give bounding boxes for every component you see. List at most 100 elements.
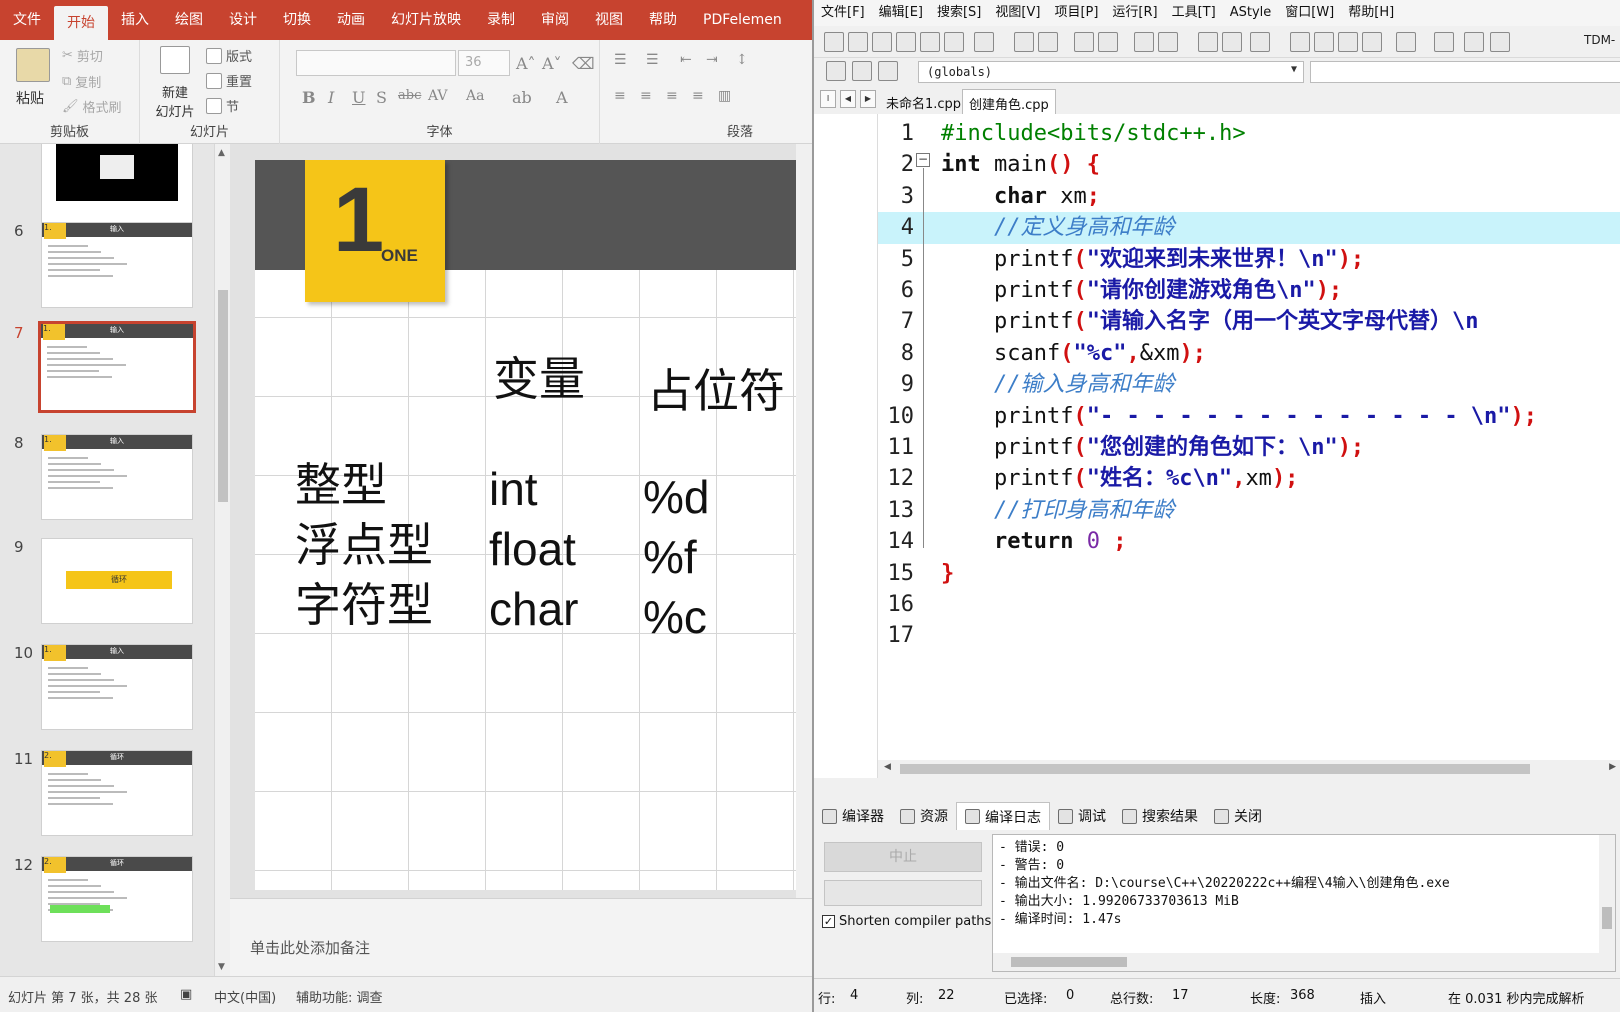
spellcheck-icon[interactable]: ▣ xyxy=(180,987,192,1002)
tab-right-icon[interactable]: ▶ xyxy=(860,90,876,108)
output-tab[interactable]: 搜索结果 xyxy=(1114,802,1206,830)
ribbon-tab[interactable]: 文件 xyxy=(0,0,54,40)
toggle-bookmark-icon[interactable] xyxy=(1198,32,1218,52)
undo-icon[interactable] xyxy=(1014,32,1034,52)
ribbon-tab[interactable]: 幻灯片放映 xyxy=(378,0,474,40)
clear-format-icon[interactable]: ⌫ xyxy=(572,54,595,73)
print-icon[interactable] xyxy=(974,32,994,52)
ribbon-tab[interactable]: 视图 xyxy=(582,0,636,40)
line-spacing-icon[interactable]: ↕ xyxy=(736,52,748,68)
code-line[interactable]: 14 return 0 ; xyxy=(878,526,1620,557)
log-vscrollbar[interactable] xyxy=(1599,835,1615,953)
menu-item[interactable]: 运行[R] xyxy=(1105,0,1164,26)
save-all-icon[interactable] xyxy=(896,32,916,52)
increase-indent-icon[interactable]: ⇥ xyxy=(706,52,718,68)
function-dropdown[interactable] xyxy=(1310,61,1620,83)
type-placeholder[interactable]: %d xyxy=(643,474,709,520)
chart-icon[interactable] xyxy=(1464,32,1484,52)
indent-icon[interactable] xyxy=(1134,32,1154,52)
slide-thumb[interactable]: 1. 输入 xyxy=(41,222,193,308)
align-center-icon[interactable]: ≡ xyxy=(640,88,652,104)
goto-icon[interactable] xyxy=(852,61,872,81)
menu-item[interactable]: 帮助[H] xyxy=(1341,0,1401,26)
code-line[interactable]: 10 printf("- - - - - - - - - - - - - - \… xyxy=(878,401,1620,432)
slide-7[interactable]: 1 ONE 变量 占位符 整型 int %d 浮点型 float %f 字符型 char %c xyxy=(255,160,812,890)
run-icon[interactable] xyxy=(1314,32,1334,52)
menu-item[interactable]: 编辑[E] xyxy=(872,0,930,26)
grow-font-icon[interactable]: A˄ xyxy=(516,54,536,73)
code-editor[interactable]: 1 #include<bits/stdc++.h> 2 int main() {3 c… xyxy=(878,114,1620,778)
ribbon-tab[interactable]: 开始 xyxy=(54,6,108,40)
menu-item[interactable]: 项目[P] xyxy=(1047,0,1105,26)
ribbon-tab[interactable]: 审阅 xyxy=(528,0,582,40)
slide-thumb[interactable]: 1. 输入 xyxy=(38,321,196,413)
menu-item[interactable]: 窗口[W] xyxy=(1278,0,1341,26)
scroll-up-icon[interactable]: ▲ xyxy=(218,148,225,158)
goto-bookmark-icon[interactable] xyxy=(1222,32,1242,52)
numbering-icon[interactable]: ☰ xyxy=(646,52,659,68)
paste-button[interactable]: 粘贴 xyxy=(16,48,50,108)
section-button[interactable]: 节 xyxy=(206,96,239,115)
output-tab[interactable]: 关闭 xyxy=(1206,802,1270,830)
replace-icon[interactable] xyxy=(1098,32,1118,52)
slide-thumb[interactable]: 2. 循环 xyxy=(41,750,193,836)
slide-thumb[interactable]: 2. 循环 xyxy=(41,856,193,942)
type-name[interactable]: 字符型 xyxy=(295,582,433,628)
font-color-icon[interactable]: A xyxy=(556,88,568,107)
code-line[interactable]: 15} xyxy=(878,558,1620,589)
type-name[interactable]: 浮点型 xyxy=(295,522,433,568)
code-line[interactable]: 13 //打印身高和年龄 xyxy=(878,495,1620,526)
ribbon-tab[interactable]: 录制 xyxy=(474,0,528,40)
output-tab[interactable]: 编译日志 xyxy=(956,802,1050,830)
profile-icon[interactable] xyxy=(1490,32,1510,52)
code-line[interactable]: 1 #include<bits/stdc++.h> xyxy=(878,118,1620,149)
menu-item[interactable]: 工具[T] xyxy=(1165,0,1223,26)
compile-log[interactable]: - 错误: 0 - 警告: 0 - 输出文件名: D:\course\C++\202… xyxy=(992,834,1616,972)
compiler-select[interactable]: TDM- xyxy=(1584,33,1615,47)
scroll-left-icon[interactable]: ◀ xyxy=(884,762,891,772)
ribbon-tab[interactable]: 动画 xyxy=(324,0,378,40)
type-placeholder[interactable]: %c xyxy=(643,594,707,640)
font-name-box[interactable] xyxy=(296,50,456,76)
ribbon-tab[interactable]: 插入 xyxy=(108,0,162,40)
new-slide-button[interactable]: 新建 幻灯片 xyxy=(148,46,202,120)
close-all-icon[interactable] xyxy=(944,32,964,52)
change-case-icon[interactable]: Aa xyxy=(466,88,484,104)
find-icon[interactable] xyxy=(1074,32,1094,52)
tab-create-role[interactable]: 创建角色.cpp xyxy=(962,89,1056,114)
format-painter-button[interactable]: 🖌 格式刷 xyxy=(62,97,122,116)
menu-item[interactable]: 视图[V] xyxy=(988,0,1047,26)
ribbon-tab[interactable]: 绘图 xyxy=(162,0,216,40)
slide-thumb-5[interactable] xyxy=(41,144,193,226)
thumbnail-scrollbar[interactable]: ▲ ▼ xyxy=(214,144,230,976)
redo-icon[interactable] xyxy=(1038,32,1058,52)
code-line[interactable]: 4 //定义身高和年龄 xyxy=(878,212,1620,244)
ribbon-tab[interactable]: 切换 xyxy=(270,0,324,40)
check-icon[interactable] xyxy=(1396,32,1416,52)
spacing-icon[interactable]: AV xyxy=(428,88,448,104)
header-variable[interactable]: 变量 xyxy=(493,356,585,402)
compile-run-icon[interactable] xyxy=(1338,32,1358,52)
class-browser-icon[interactable] xyxy=(826,61,846,81)
copy-button[interactable]: ⧉ 复制 xyxy=(62,72,101,91)
output-tab[interactable]: 编译器 xyxy=(814,802,892,830)
cut-button[interactable]: ✂ 剪切 xyxy=(62,46,103,65)
code-line[interactable]: 6 printf("请你创建游戏角色\n"); xyxy=(878,275,1620,306)
highlight-icon[interactable]: ab xyxy=(512,88,532,107)
new-file-icon[interactable] xyxy=(824,32,844,52)
tab-untitled1[interactable]: 未命名1.cpp xyxy=(880,89,967,114)
type-keyword[interactable]: float xyxy=(489,526,576,572)
tab-prev-icon[interactable]: I xyxy=(820,90,836,108)
code-line[interactable]: 5 printf("欢迎来到未来世界！\n"); xyxy=(878,244,1620,275)
code-line[interactable]: 3 char xm; xyxy=(878,181,1620,212)
log-hscroll-thumb[interactable] xyxy=(1011,957,1127,967)
fold-collapse-icon[interactable]: − xyxy=(916,153,930,167)
scope-dropdown[interactable]: (globals) ▼ xyxy=(918,61,1304,83)
compile-icon[interactable] xyxy=(1290,32,1310,52)
breakpoint-icon[interactable] xyxy=(1250,32,1270,52)
stop-icon[interactable] xyxy=(1434,32,1454,52)
stop-compile-button[interactable]: 中止 xyxy=(824,842,982,872)
ribbon-tab[interactable]: PDFelemen xyxy=(690,0,795,40)
log-vscroll-thumb[interactable] xyxy=(1602,907,1612,929)
project-pane[interactable] xyxy=(814,114,878,778)
